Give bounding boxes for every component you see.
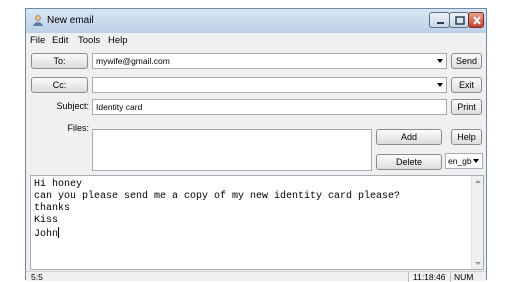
chevron-down-icon[interactable] [437, 83, 443, 87]
window-title: New email [47, 15, 94, 26]
chevron-down-icon[interactable] [473, 159, 479, 163]
files-label: Files: [67, 123, 89, 133]
status-divider [450, 272, 451, 282]
menu-help[interactable]: Help [106, 34, 130, 47]
status-divider [408, 272, 409, 282]
delete-file-button[interactable]: Delete [376, 154, 442, 170]
body-line: can you please send me a copy of my new … [34, 191, 401, 202]
minimize-icon [437, 22, 444, 24]
send-button[interactable]: Send [451, 53, 482, 69]
close-button[interactable] [468, 12, 484, 28]
body-line: John [34, 229, 59, 240]
body-line: Kiss [34, 215, 59, 226]
language-select[interactable]: en_gb [445, 153, 483, 169]
menu-edit[interactable]: Edit [50, 34, 70, 47]
menu-file[interactable]: File [28, 34, 47, 47]
num-lock-indicator: NUM [454, 272, 474, 282]
cursor-position: 5:5 [31, 272, 43, 282]
title-bar[interactable]: New email [26, 9, 486, 33]
help-button[interactable]: Help [451, 129, 482, 145]
minimize-button[interactable] [429, 12, 450, 28]
message-body[interactable]: Hi honey can you please send me a copy o… [30, 175, 484, 270]
scroll-up-icon[interactable] [475, 180, 481, 183]
close-icon [473, 16, 481, 25]
subject-label: Subject: [56, 101, 89, 111]
exit-button[interactable]: Exit [451, 77, 482, 93]
text-caret [58, 227, 60, 238]
menu-tools[interactable]: Tools [76, 34, 102, 47]
to-combobox[interactable]: mywife@gmail.com [92, 53, 447, 69]
language-value: en_gb [448, 156, 472, 166]
body-line: thanks [34, 203, 71, 214]
scroll-down-icon[interactable] [475, 262, 481, 265]
files-list[interactable] [92, 129, 372, 171]
email-window: New email File Edit Tools Help To: mywif… [25, 8, 487, 282]
maximize-icon [455, 16, 465, 25]
maximize-button[interactable] [449, 12, 469, 28]
cc-button[interactable]: Cc: [31, 77, 88, 93]
chevron-down-icon[interactable] [437, 59, 443, 63]
email-app-icon [32, 14, 44, 26]
subject-field[interactable]: Identity card [92, 99, 447, 115]
window-client: File Edit Tools Help To: mywife@gmail.co… [26, 33, 486, 282]
message-text: Hi honey can you please send me a copy o… [34, 179, 400, 241]
print-button[interactable]: Print [451, 99, 482, 115]
vertical-scrollbar[interactable] [471, 176, 483, 269]
to-button[interactable]: To: [31, 53, 88, 69]
menu-bar: File Edit Tools Help [26, 33, 486, 48]
cc-combobox[interactable] [92, 77, 447, 93]
body-line: Hi honey [34, 179, 83, 190]
status-time: 11:18:46 [413, 272, 446, 282]
add-file-button[interactable]: Add [376, 129, 442, 145]
to-value: mywife@gmail.com [96, 56, 170, 66]
